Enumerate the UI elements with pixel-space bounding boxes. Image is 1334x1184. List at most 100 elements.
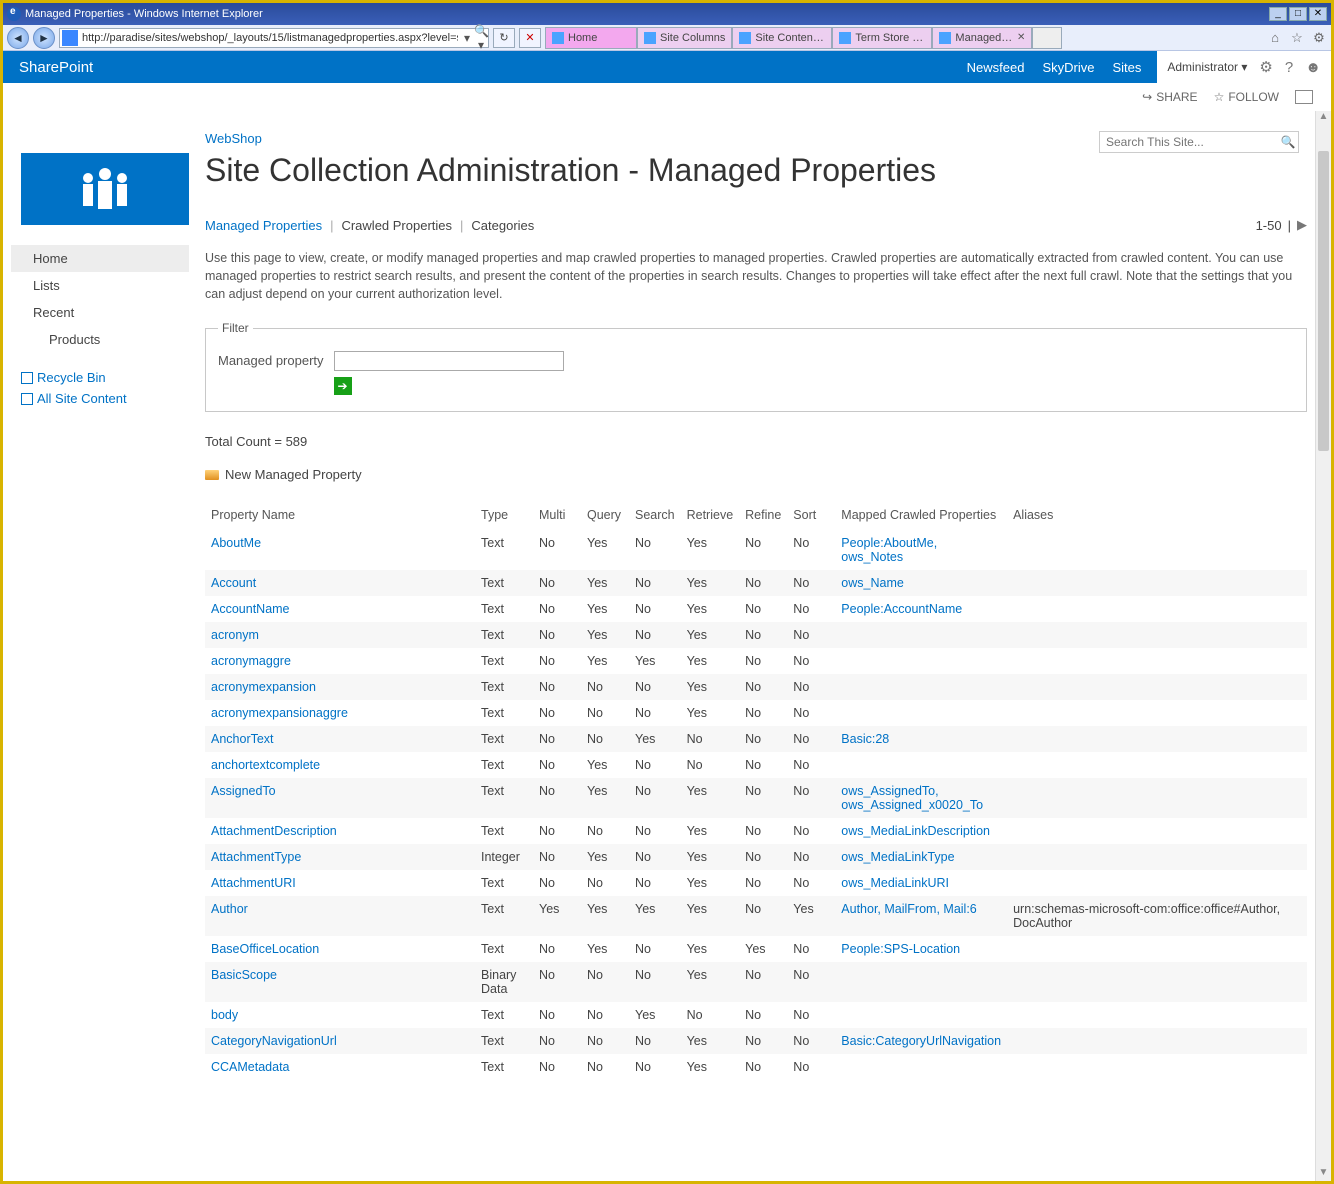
share-button[interactable]: ↪SHARE — [1142, 90, 1197, 104]
scroll-up-icon[interactable]: ▲ — [1316, 111, 1331, 125]
nav-recent[interactable]: Recent — [11, 299, 189, 326]
property-link[interactable]: acronymaggre — [211, 654, 291, 668]
close-window-button[interactable]: ✕ — [1309, 7, 1327, 21]
address-bar[interactable]: ▾ 🔍▾ — [59, 28, 489, 48]
tab-favicon-icon — [939, 32, 951, 44]
subnav-crawled[interactable]: Crawled Properties — [341, 218, 452, 233]
tab-favicon-icon — [644, 32, 656, 44]
table-row: acronymexpansionTextNoNoNoYesNoNo — [205, 674, 1307, 700]
new-tab-button[interactable] — [1032, 27, 1062, 49]
recycle-bin-link[interactable]: Recycle Bin — [21, 367, 189, 388]
favorites-icon[interactable]: ☆ — [1289, 30, 1305, 46]
filter-go-button[interactable]: ➔ — [334, 377, 352, 395]
mapped-link[interactable]: ows_MediaLinkDescription — [841, 824, 990, 838]
th-aliases[interactable]: Aliases — [1007, 500, 1307, 530]
settings-icon[interactable]: ⚙ — [1259, 58, 1272, 76]
left-nav: Home Lists Recent Products — [11, 245, 189, 353]
property-link[interactable]: acronym — [211, 628, 259, 642]
mapped-link[interactable]: Author, MailFrom, Mail:6 — [841, 902, 976, 916]
search-input[interactable] — [1100, 135, 1278, 149]
breadcrumb-site[interactable]: WebShop — [205, 131, 262, 146]
scroll-thumb[interactable] — [1318, 151, 1329, 451]
property-link[interactable]: CategoryNavigationUrl — [211, 1034, 337, 1048]
property-link[interactable]: AttachmentType — [211, 850, 301, 864]
link-sites[interactable]: Sites — [1112, 60, 1141, 75]
all-site-content-link[interactable]: All Site Content — [21, 388, 189, 409]
mapped-link[interactable]: ows_MediaLinkURI — [841, 876, 949, 890]
vertical-scrollbar[interactable]: ▲ ▼ — [1315, 111, 1331, 1181]
property-link[interactable]: Account — [211, 576, 256, 590]
property-link[interactable]: AccountName — [211, 602, 290, 616]
tab-site-columns[interactable]: Site Columns — [637, 27, 732, 49]
search-icon[interactable]: 🔍 — [1278, 135, 1298, 149]
th-type[interactable]: Type — [475, 500, 533, 530]
mapped-link[interactable]: Basic:28 — [841, 732, 889, 746]
address-input[interactable] — [80, 32, 460, 44]
window-title: Managed Properties - Windows Internet Ex… — [25, 8, 263, 20]
mapped-link[interactable]: People:SPS-Location — [841, 942, 960, 956]
th-name[interactable]: Property Name — [205, 500, 475, 530]
property-link[interactable]: AttachmentDescription — [211, 824, 337, 838]
site-search[interactable]: 🔍 — [1099, 131, 1299, 153]
property-link[interactable]: acronymexpansionaggre — [211, 706, 348, 720]
back-button[interactable]: ◄ — [7, 27, 29, 49]
tab-managed-properties[interactable]: Managed ...✕ — [932, 27, 1032, 49]
property-link[interactable]: BasicScope — [211, 968, 277, 982]
property-link[interactable]: Author — [211, 902, 248, 916]
pager-next-icon[interactable]: ▶ — [1297, 217, 1307, 233]
subnav-categories[interactable]: Categories — [471, 218, 534, 233]
minimize-button[interactable]: _ — [1269, 7, 1287, 21]
nav-lists[interactable]: Lists — [11, 272, 189, 299]
tab-home[interactable]: Home — [545, 27, 637, 49]
th-refine[interactable]: Refine — [739, 500, 787, 530]
th-multi[interactable]: Multi — [533, 500, 581, 530]
follow-button[interactable]: ☆FOLLOW — [1214, 90, 1279, 104]
home-icon[interactable]: ⌂ — [1267, 30, 1283, 46]
tools-icon[interactable]: ⚙ — [1311, 30, 1327, 46]
mapped-link[interactable]: ows_MediaLinkType — [841, 850, 954, 864]
stop-button[interactable]: ✕ — [519, 28, 541, 48]
focus-button[interactable] — [1295, 90, 1313, 104]
property-link[interactable]: AttachmentURI — [211, 876, 296, 890]
help-icon[interactable]: ? — [1285, 59, 1293, 76]
property-link[interactable]: anchortextcomplete — [211, 758, 320, 772]
mapped-link[interactable]: People:AboutMe, ows_Notes — [841, 536, 937, 564]
search-dropdown-icon[interactable]: 🔍▾ — [474, 24, 488, 52]
table-row: AccountNameTextNoYesNoYesNoNoPeople:Acco… — [205, 596, 1307, 622]
property-link[interactable]: CCAMetadata — [211, 1060, 290, 1074]
nav-home[interactable]: Home — [11, 245, 189, 272]
link-skydrive[interactable]: SkyDrive — [1042, 60, 1094, 75]
property-link[interactable]: body — [211, 1008, 238, 1022]
address-dropdown-icon[interactable]: ▾ — [460, 31, 474, 45]
site-logo[interactable] — [21, 153, 189, 225]
property-link[interactable]: AnchorText — [211, 732, 274, 746]
th-sort[interactable]: Sort — [787, 500, 835, 530]
th-mapped[interactable]: Mapped Crawled Properties — [835, 500, 1007, 530]
property-link[interactable]: AboutMe — [211, 536, 261, 550]
profile-icon[interactable]: ☻ — [1305, 59, 1321, 76]
link-newsfeed[interactable]: Newsfeed — [967, 60, 1025, 75]
property-link[interactable]: acronymexpansion — [211, 680, 316, 694]
new-managed-property[interactable]: New Managed Property — [205, 467, 1307, 482]
mapped-link[interactable]: Basic:CategoryUrlNavigation — [841, 1034, 1001, 1048]
maximize-button[interactable]: □ — [1289, 7, 1307, 21]
refresh-button[interactable]: ↻ — [493, 28, 515, 48]
scroll-down-icon[interactable]: ▼ — [1316, 1167, 1331, 1181]
filter-input[interactable] — [334, 351, 564, 371]
tab-close-icon[interactable]: ✕ — [1017, 32, 1025, 43]
th-query[interactable]: Query — [581, 500, 629, 530]
user-menu[interactable]: Administrator ▾ — [1167, 60, 1247, 74]
nav-products[interactable]: Products — [11, 326, 189, 353]
table-row: BaseOfficeLocationTextNoYesNoYesYesNoPeo… — [205, 936, 1307, 962]
tab-term-store[interactable]: Term Store M... — [832, 27, 932, 49]
forward-button[interactable]: ► — [33, 27, 55, 49]
th-search[interactable]: Search — [629, 500, 681, 530]
th-retrieve[interactable]: Retrieve — [681, 500, 740, 530]
tab-site-content[interactable]: Site Content ... — [732, 27, 832, 49]
mapped-link[interactable]: ows_AssignedTo, ows_Assigned_x0020_To — [841, 784, 983, 812]
mapped-link[interactable]: ows_Name — [841, 576, 904, 590]
mapped-link[interactable]: People:AccountName — [841, 602, 962, 616]
subnav-managed[interactable]: Managed Properties — [205, 218, 322, 233]
property-link[interactable]: BaseOfficeLocation — [211, 942, 319, 956]
property-link[interactable]: AssignedTo — [211, 784, 276, 798]
